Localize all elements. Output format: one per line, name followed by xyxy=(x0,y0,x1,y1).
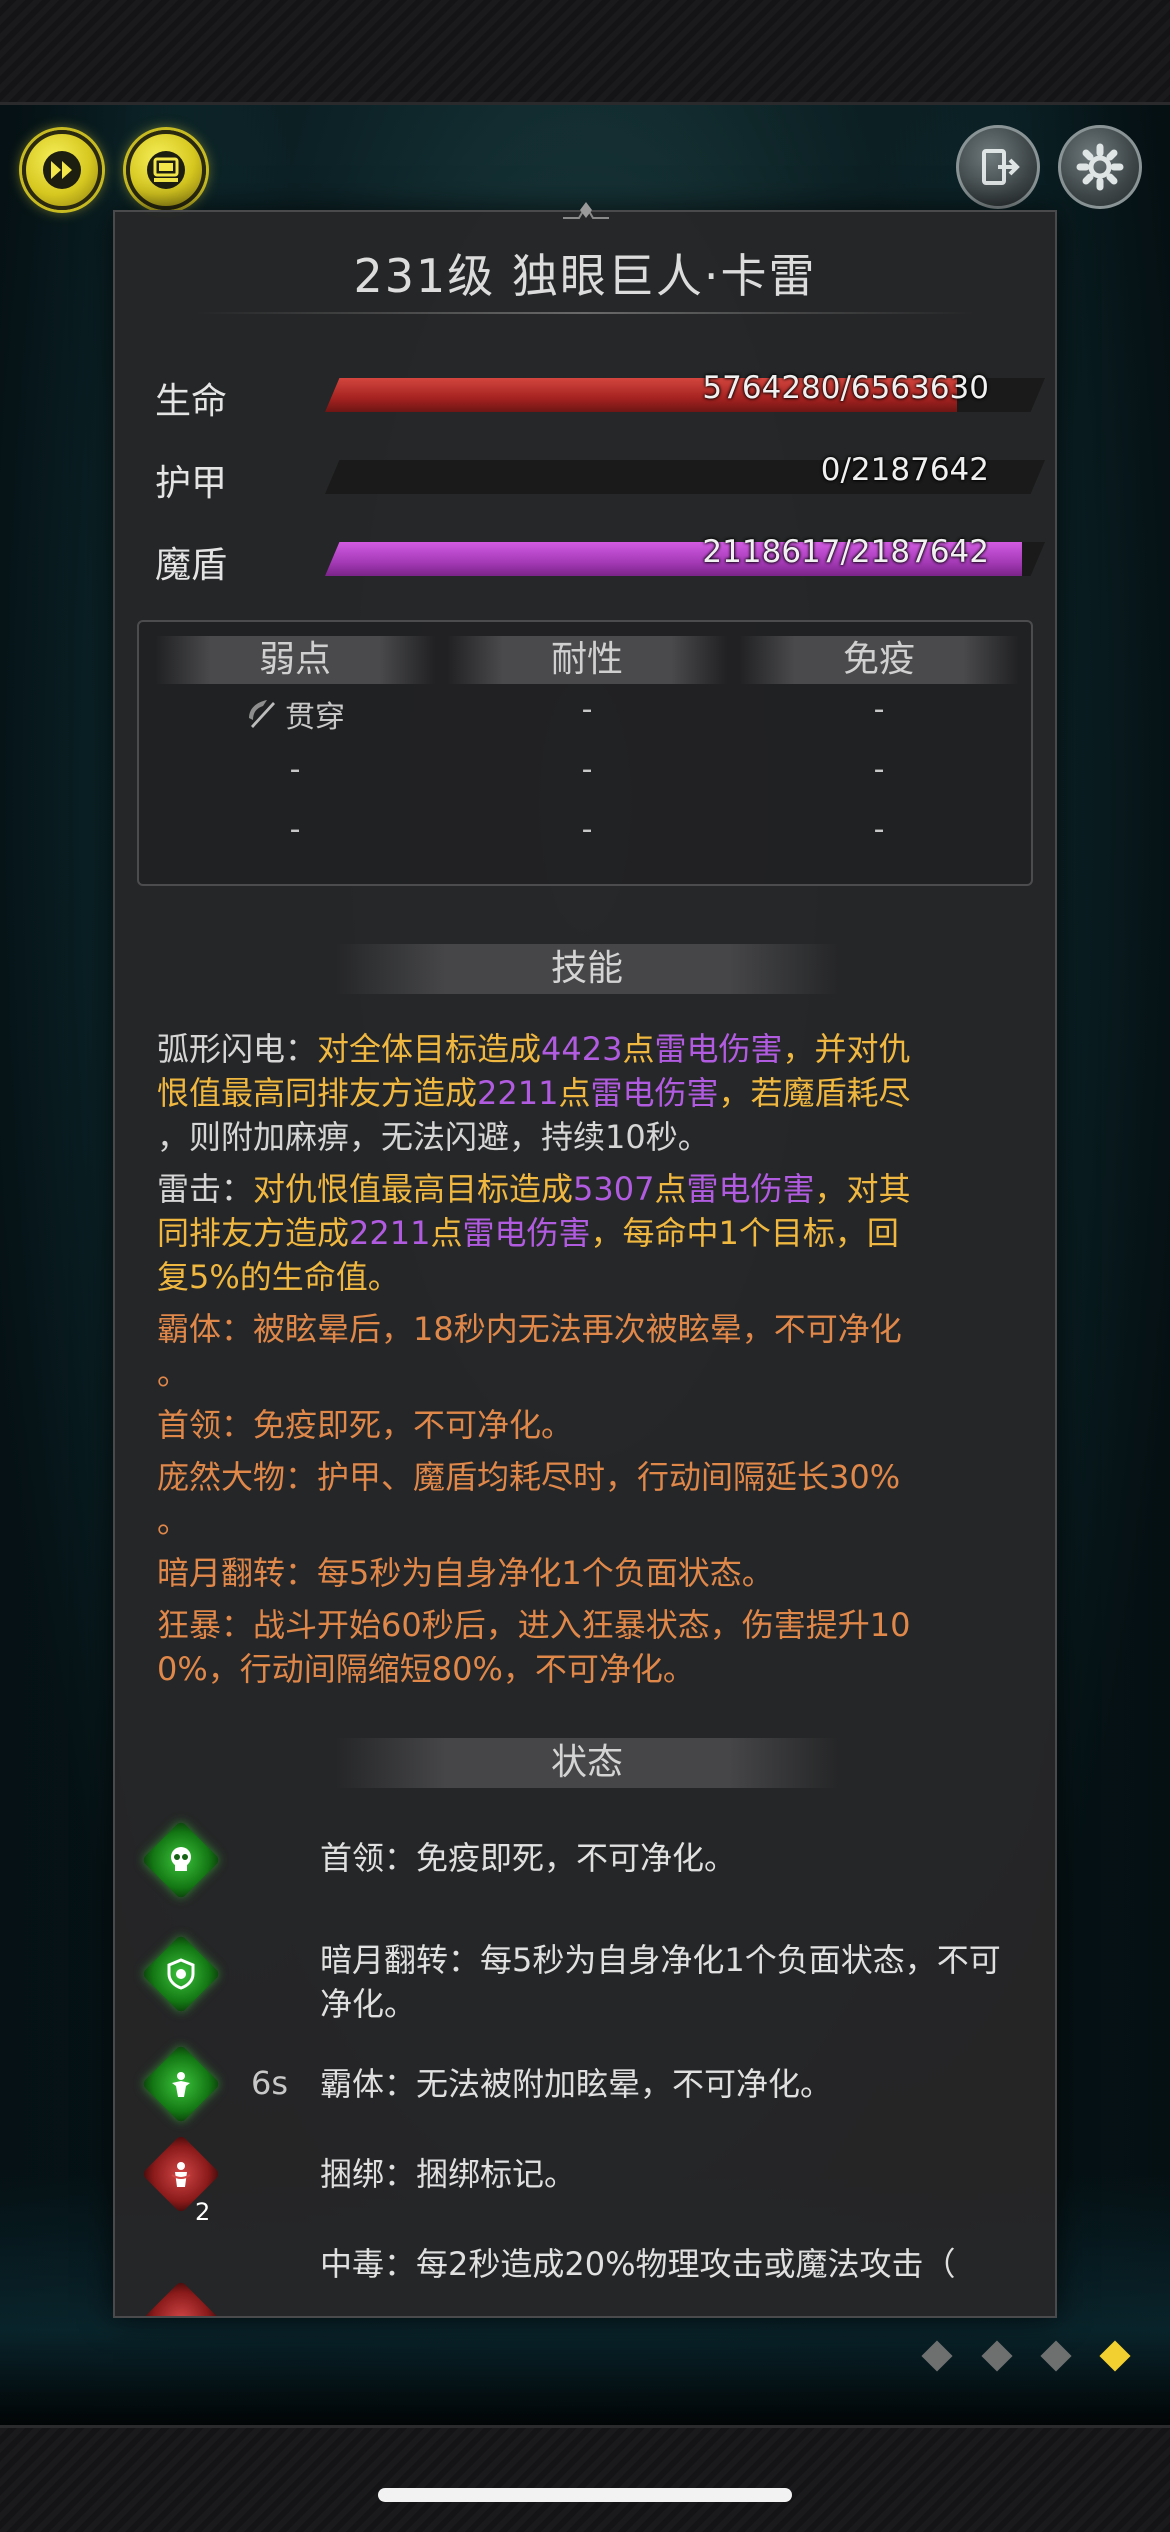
skill-text-segment: 狂暴：战斗开始60秒后，进入狂暴状态，伤害提升10 xyxy=(157,1606,911,1644)
skill-line: 0%，行动间隔缩短80%，不可净化。 xyxy=(157,1647,1037,1691)
skill-text-segment: 弧形闪电： xyxy=(157,1030,318,1068)
bottom-border-bar xyxy=(0,2425,1170,2532)
skill-text-segment: 。 xyxy=(157,1502,190,1540)
skill-line: 复5%的生命值。 xyxy=(157,1255,1037,1299)
settings-button[interactable] xyxy=(1058,125,1142,209)
skill-line: 同排友方造成2211点雷电伤害，每命中1个目标，回 xyxy=(157,1211,1037,1255)
skill-text-segment: ，每命中1个目标，回 xyxy=(590,1214,899,1252)
skill-text-segment: ，若魔盾耗尽 xyxy=(718,1074,911,1112)
skill-line: 庞然大物：护甲、魔盾均耗尽时，行动间隔延长30% xyxy=(157,1455,1037,1499)
stat-row-magic-shield: 魔盾 2118617/2187642 xyxy=(155,534,1045,586)
weakness-header: 弱点 xyxy=(155,636,435,684)
title-divider xyxy=(195,312,975,314)
armor-value: 0/2187642 xyxy=(820,452,989,488)
status-text: 暗月翻转：每5秒为自身净化1个负面状态，不可净化。 xyxy=(320,1941,1001,2023)
boss-info-panel[interactable]: 231级 独眼巨人·卡雷 生命 5764280/6563630 护甲 0/218… xyxy=(113,210,1057,2318)
fast-forward-button[interactable] xyxy=(22,130,102,210)
skill-text-segment: 霸体：被眩晕后，18秒内无法再次被眩晕，不可净化 xyxy=(157,1310,902,1348)
stat-label: 魔盾 xyxy=(155,545,228,586)
skill-text-segment: 5307 xyxy=(573,1170,655,1208)
magic-shield-value: 2118617/2187642 xyxy=(702,534,989,570)
pierce-icon xyxy=(249,700,275,728)
skill-text-segment: 。 xyxy=(157,1354,190,1392)
stat-row-hp: 生命 5764280/6563630 xyxy=(155,370,1045,422)
stat-label: 护甲 xyxy=(155,463,228,504)
resist-cell: - xyxy=(873,692,885,727)
skill-line: 。 xyxy=(157,1351,1037,1395)
skill-text-segment: 雷电伤害 xyxy=(462,1214,591,1252)
status-timer: 6s xyxy=(251,2064,289,2102)
status-text: 霸体：无法被附加眩晕，不可净化。 xyxy=(320,2065,833,2103)
skill-text-segment: ，并对仇 xyxy=(782,1030,911,1068)
skill-line: 恨值最高同排友方造成2211点雷电伤害，若魔盾耗尽 xyxy=(157,1071,1037,1115)
home-indicator[interactable] xyxy=(378,2488,792,2502)
skill-line: 首领：免疫即死，不可净化。 xyxy=(157,1403,1037,1447)
skill-line: 暗月翻转：每5秒为自身净化1个负面状态。 xyxy=(157,1551,1037,1595)
shield-moon-icon xyxy=(141,1934,221,2014)
top-border-bar xyxy=(0,0,1170,105)
skill-text-segment: 庞然大物：护甲、魔盾均耗尽时，行动间隔延长30% xyxy=(157,1458,901,1496)
stat-label: 生命 xyxy=(155,381,228,422)
skills-header: 技能 xyxy=(335,944,839,994)
resist-cell: - xyxy=(581,692,593,727)
resist-cell: - xyxy=(873,812,885,847)
stat-row-armor: 护甲 0/2187642 xyxy=(155,452,1045,504)
skill-text-segment: 雷电伤害 xyxy=(654,1030,783,1068)
poison-icon xyxy=(141,2280,221,2316)
resist-cell: - xyxy=(581,752,593,787)
skill-line: 雷击：对仇恨值最高目标造成5307点雷电伤害，对其 xyxy=(157,1167,1037,1211)
skill-text-segment: 首领：免疫即死，不可净化。 xyxy=(157,1406,574,1444)
skill-text-segment: 复5%的生命值。 xyxy=(157,1258,400,1296)
auto-battle-icon xyxy=(147,151,185,189)
boss-title: 231级 独眼巨人·卡雷 xyxy=(353,249,817,303)
skill-text-segment: 点 xyxy=(622,1030,655,1068)
exit-battle-button[interactable] xyxy=(956,125,1040,209)
status-text: 捆绑：捆绑标记。 xyxy=(320,2155,577,2193)
resist-cell: 贯穿 xyxy=(155,692,435,736)
immunity-header: 免疫 xyxy=(739,636,1019,684)
resist-cell-text: 贯穿 xyxy=(285,700,345,735)
skill-line: 霸体：被眩晕后，18秒内无法再次被眩晕，不可净化 xyxy=(157,1307,1037,1351)
skill-text-segment: 点 xyxy=(558,1074,591,1112)
skill-text-segment: 暗月翻转：每5秒为自身净化1个负面状态。 xyxy=(157,1554,774,1592)
resistance-table: 弱点 耐性 免疫 贯穿 - - - - - - - - xyxy=(137,620,1033,886)
exit-icon xyxy=(982,149,1020,185)
skill-text-segment: 2211 xyxy=(349,1214,431,1252)
status-text: 首领：免疫即死，不可净化。 xyxy=(320,1839,737,1877)
status-text: 中毒：每2秒造成20%物理攻击或魔法攻击（ xyxy=(320,2245,956,2283)
gear-icon xyxy=(1076,143,1124,191)
stance-icon xyxy=(141,2044,221,2124)
skill-text-segment: 对全体目标造成 xyxy=(317,1030,542,1068)
skill-text-segment: 雷击： xyxy=(157,1170,254,1208)
skill-line: 狂暴：战斗开始60秒后，进入狂暴状态，伤害提升10 xyxy=(157,1603,1037,1647)
skill-text-segment: 雷电伤害 xyxy=(590,1074,719,1112)
skill-text-segment: ，对其 xyxy=(814,1170,911,1208)
skill-line: ，则附加麻痹，无法闪避，持续10秒。 xyxy=(157,1115,1037,1159)
skill-text-segment: 0%，行动间隔缩短80%，不可净化。 xyxy=(157,1650,695,1688)
fast-forward-icon xyxy=(43,151,81,189)
auto-battle-button[interactable] xyxy=(126,130,206,210)
resist-cell: - xyxy=(873,752,885,787)
skill-text-segment: 对仇恨值最高目标造成 xyxy=(253,1170,574,1208)
resist-cell: - xyxy=(581,812,593,847)
resist-cell: - xyxy=(289,812,301,847)
skill-text-segment: 点 xyxy=(654,1170,687,1208)
skill-text-segment: 雷电伤害 xyxy=(686,1170,815,1208)
skill-line: 弧形闪电：对全体目标造成4423点雷电伤害，并对仇 xyxy=(157,1027,1037,1071)
skull-icon xyxy=(141,1820,221,1900)
resistance-header: 耐性 xyxy=(447,636,727,684)
status-header: 状态 xyxy=(335,1738,839,1788)
skill-line: 。 xyxy=(157,1499,1037,1543)
skill-text-segment: 4423 xyxy=(541,1030,623,1068)
skill-text-segment: 点 xyxy=(430,1214,463,1252)
resist-cell: - xyxy=(289,752,301,787)
skills-list: 弧形闪电：对全体目标造成4423点雷电伤害，并对仇 恨值最高同排友方造成2211点… xyxy=(157,1027,1037,1691)
skill-text-segment: ，则附加麻痹，无法闪避，持续10秒。 xyxy=(157,1118,710,1156)
skill-text-segment: 恨值最高同排友方造成 xyxy=(157,1074,478,1112)
panel-ornament-icon xyxy=(563,202,609,219)
status-stack-count: 2 xyxy=(195,2198,211,2226)
skill-text-segment: 2211 xyxy=(477,1074,559,1112)
skill-text-segment: 同排友方造成 xyxy=(157,1214,350,1252)
hp-value: 5764280/6563630 xyxy=(702,370,989,406)
